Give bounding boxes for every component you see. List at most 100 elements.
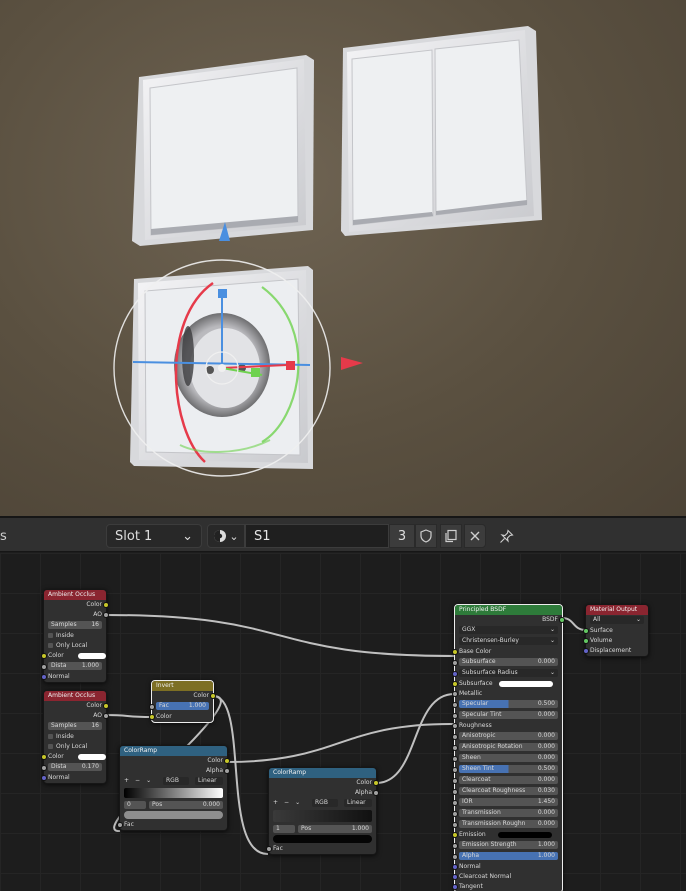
- alpha-field[interactable]: Alpha 1.000: [459, 852, 558, 860]
- light-switch-single[interactable]: [132, 55, 314, 246]
- clearcoat-socket[interactable]: [452, 778, 458, 784]
- specular-tint-field[interactable]: Specular Tint 0.000: [459, 711, 558, 719]
- anisotropic-rotation-socket[interactable]: [452, 745, 458, 751]
- light-switch-double[interactable]: [341, 26, 542, 236]
- subsurface-socket[interactable]: [452, 660, 458, 666]
- specular-tint-socket[interactable]: [452, 713, 458, 719]
- node-header[interactable]: Ambient Occlus: [44, 691, 106, 701]
- distance-field[interactable]: Dista 0.170: [48, 763, 102, 771]
- specular-field[interactable]: Specular 0.500: [459, 700, 558, 708]
- emission-strength-field[interactable]: Emission Strength 1.000: [459, 841, 558, 849]
- stop-position-field[interactable]: Pos 1.000: [298, 825, 372, 833]
- node-header[interactable]: Invert: [152, 681, 213, 691]
- subsurface-color-socket[interactable]: [452, 681, 458, 687]
- ao-output-socket[interactable]: [103, 713, 109, 719]
- alpha-output-socket[interactable]: [224, 768, 230, 774]
- emission-color-swatch[interactable]: [497, 831, 552, 838]
- transmission-roughness-socket[interactable]: [452, 822, 458, 828]
- node-header[interactable]: Principled BSDF: [455, 605, 562, 615]
- color-input-socket[interactable]: [41, 653, 47, 659]
- ior-socket[interactable]: [452, 800, 458, 806]
- color-output-socket[interactable]: [224, 758, 230, 764]
- node-header[interactable]: Material Output: [586, 605, 648, 615]
- sheen-field[interactable]: Sheen 0.000: [459, 754, 558, 762]
- fac-input-socket[interactable]: [117, 822, 123, 828]
- displacement-socket[interactable]: [583, 648, 589, 654]
- stop-index-field[interactable]: 0: [124, 801, 146, 809]
- transmission-field[interactable]: Transmission 0.000: [459, 809, 558, 817]
- alpha-socket[interactable]: [452, 854, 458, 860]
- normal-input-socket[interactable]: [41, 674, 47, 680]
- alpha-output-socket[interactable]: [373, 790, 379, 796]
- duplicate-material-button[interactable]: [440, 524, 462, 548]
- clearcoat-normal-socket[interactable]: [452, 874, 458, 880]
- node-header[interactable]: Ambient Occlus: [44, 590, 106, 600]
- stop-color-swatch[interactable]: [124, 811, 223, 819]
- 3d-viewport[interactable]: [0, 0, 686, 516]
- material-slot-dropdown[interactable]: Slot 1 ⌄: [106, 524, 202, 548]
- distance-input-socket[interactable]: [41, 664, 47, 670]
- color-input-socket[interactable]: [41, 754, 47, 760]
- sheen-tint-socket[interactable]: [452, 767, 458, 773]
- ior-field[interactable]: IOR 1.450: [459, 798, 558, 806]
- anisotropic-socket[interactable]: [452, 734, 458, 740]
- subsurface-radius-field[interactable]: Subsurface Radius ⌄: [459, 669, 558, 677]
- shader-node-editor[interactable]: Ambient Occlus Color AO Samples 16 Inside…: [0, 553, 686, 891]
- color-swatch[interactable]: [77, 652, 106, 659]
- remove-stop-button[interactable]: −: [284, 798, 289, 808]
- samples-field[interactable]: Samples 16: [48, 621, 102, 629]
- fac-input-socket[interactable]: [266, 846, 272, 852]
- transmission-socket[interactable]: [452, 811, 458, 817]
- ambient-occlusion-node-1[interactable]: Ambient Occlus Color AO Samples 16 Inside…: [41, 589, 109, 683]
- node-header[interactable]: ColorRamp: [269, 768, 376, 778]
- clearcoat-roughness-field[interactable]: Clearcoat Roughness 0.030: [459, 787, 558, 795]
- surface-socket[interactable]: [583, 628, 589, 634]
- metallic-socket[interactable]: [452, 691, 458, 697]
- principled-bsdf-node[interactable]: Principled BSDF BSDF GGX ⌄ Christensen-Bu…: [452, 604, 565, 891]
- color-output-socket[interactable]: [373, 780, 379, 786]
- node-header[interactable]: ColorRamp: [120, 746, 227, 756]
- material-name-field[interactable]: S1: [245, 524, 389, 548]
- invert-node[interactable]: Invert Color Fac 1.000 Color: [149, 680, 216, 723]
- bsdf-output-socket[interactable]: [559, 617, 565, 623]
- transmission-roughness-field[interactable]: Transmission Roughn 0.000: [459, 820, 558, 828]
- emission-strength-socket[interactable]: [452, 843, 458, 849]
- color-output-socket[interactable]: [103, 703, 109, 709]
- specular-socket[interactable]: [452, 702, 458, 708]
- anisotropic-field[interactable]: Anisotropic 0.000: [459, 732, 558, 740]
- tangent-socket[interactable]: [452, 884, 458, 890]
- fake-user-button[interactable]: [415, 524, 437, 548]
- distance-input-socket[interactable]: [41, 765, 47, 771]
- clearcoat-roughness-socket[interactable]: [452, 789, 458, 795]
- add-stop-button[interactable]: +: [273, 798, 278, 808]
- color-ramp-gradient[interactable]: [124, 788, 223, 798]
- color-ramp-node-1[interactable]: ColorRamp Color Alpha + − ⌄ RGB Linear 0…: [117, 745, 230, 831]
- fac-input-socket[interactable]: [149, 704, 155, 710]
- inside-checkbox[interactable]: [48, 734, 53, 739]
- inside-checkbox[interactable]: [48, 633, 53, 638]
- stop-position-field[interactable]: Pos 0.000: [149, 801, 223, 809]
- ambient-occlusion-node-2[interactable]: Ambient Occlus Color AO Samples 16 Inside…: [41, 690, 109, 784]
- stop-color-swatch[interactable]: [273, 835, 372, 843]
- subsurface-field[interactable]: Subsurface 0.000: [459, 658, 558, 666]
- color-output-socket[interactable]: [103, 602, 109, 608]
- color-mode-dropdown[interactable]: RGB: [163, 777, 189, 785]
- clearcoat-field[interactable]: Clearcoat 0.000: [459, 776, 558, 784]
- samples-field[interactable]: Samples 16: [48, 722, 102, 730]
- ramp-menu-button[interactable]: ⌄: [295, 798, 300, 808]
- ramp-menu-button[interactable]: ⌄: [146, 776, 151, 786]
- add-stop-button[interactable]: +: [124, 776, 129, 786]
- unlink-material-button[interactable]: [464, 524, 486, 548]
- browse-material-button[interactable]: ⌄: [207, 524, 245, 548]
- normal-socket[interactable]: [452, 864, 458, 870]
- color-swatch[interactable]: [77, 753, 106, 760]
- color-output-socket[interactable]: [210, 693, 216, 699]
- interpolation-dropdown[interactable]: Linear: [344, 799, 372, 807]
- remove-stop-button[interactable]: −: [135, 776, 140, 786]
- base-color-socket[interactable]: [452, 649, 458, 655]
- roughness-socket[interactable]: [452, 723, 458, 729]
- ao-output-socket[interactable]: [103, 612, 109, 618]
- sheen-socket[interactable]: [452, 756, 458, 762]
- interpolation-dropdown[interactable]: Linear: [195, 777, 223, 785]
- only-local-checkbox[interactable]: [48, 643, 53, 648]
